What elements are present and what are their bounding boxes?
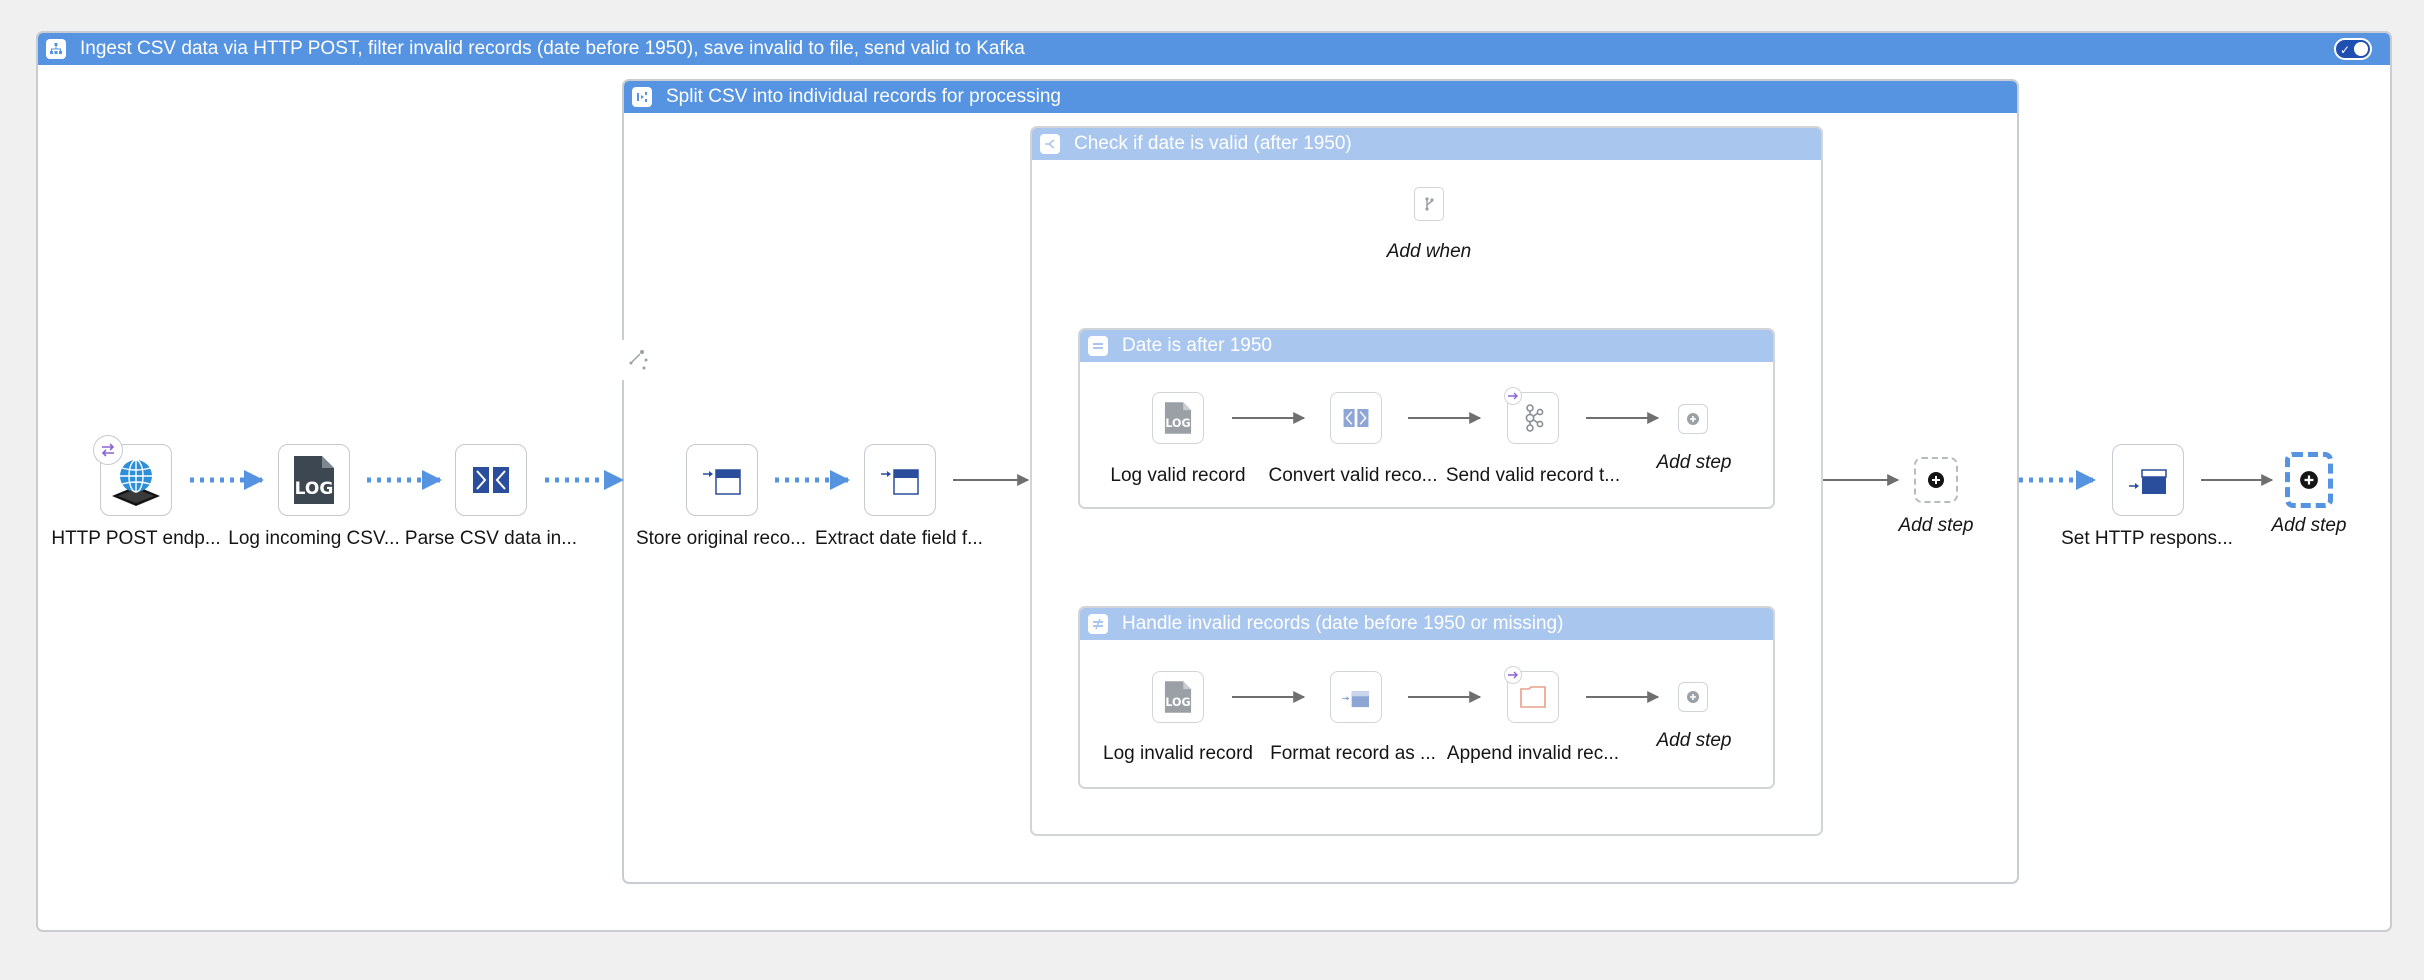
branch-icon	[1425, 197, 1434, 211]
route-enable-toggle[interactable]: ✓	[2334, 38, 2372, 60]
log-icon: LOG	[1164, 402, 1192, 434]
store-original-step[interactable]	[686, 444, 758, 516]
kafka-icon	[1525, 404, 1544, 432]
log-incoming-step[interactable]: LOG	[278, 444, 350, 516]
when-add-step-button[interactable]	[1678, 404, 1708, 434]
split-icon	[632, 87, 652, 107]
set-property-icon	[703, 469, 741, 495]
route-add-step-button[interactable]	[2285, 452, 2333, 508]
otherwise-header[interactable]: Handle invalid records (date before 1950…	[1080, 608, 1773, 640]
kafka-direction-badge	[1504, 387, 1522, 405]
exchange-icon	[101, 443, 115, 457]
route-title: Ingest CSV data via HTTP POST, filter in…	[80, 38, 1025, 59]
arrow-right-icon	[1508, 671, 1518, 679]
not-equals-icon	[1088, 614, 1108, 634]
log-invalid-label: Log invalid record	[1103, 743, 1253, 764]
when-add-step-label[interactable]: Add step	[1594, 452, 1794, 474]
plus-circle-icon	[1687, 691, 1699, 703]
otherwise-title: Handle invalid records (date before 1950…	[1122, 613, 1564, 634]
extract-date-step[interactable]	[864, 444, 936, 516]
equals-icon	[1088, 336, 1108, 356]
route-icon	[46, 39, 66, 59]
store-original-label: Store original reco...	[635, 528, 807, 549]
set-body-icon	[1342, 691, 1369, 708]
plus-circle-icon	[1687, 413, 1699, 425]
when-title: Date is after 1950	[1122, 335, 1272, 356]
svg-text:LOG: LOG	[1165, 417, 1190, 430]
log-icon: LOG	[294, 456, 334, 504]
when-header[interactable]: Date is after 1950	[1080, 330, 1773, 362]
log-incoming-label: Log incoming CSV...	[228, 528, 400, 549]
marshal-icon	[1343, 409, 1369, 427]
unmarshal-icon	[473, 467, 509, 493]
split-header[interactable]: Split CSV into individual records for pr…	[624, 81, 2017, 113]
plus-circle-icon	[2300, 471, 2318, 489]
svg-text:LOG: LOG	[1165, 696, 1190, 709]
toggle-knob	[2354, 42, 2368, 56]
collapse-handle-icon[interactable]	[622, 340, 656, 380]
log-invalid-step[interactable]: LOG	[1152, 671, 1204, 723]
set-http-response-step[interactable]	[2112, 444, 2184, 516]
split-add-step-label[interactable]: Add step	[1836, 515, 2036, 537]
convert-valid-step[interactable]	[1330, 392, 1382, 444]
arrow-right-icon	[1508, 392, 1518, 400]
choice-icon	[1040, 134, 1060, 154]
choice-header[interactable]: Check if date is valid (after 1950)	[1032, 128, 1821, 160]
format-record-step[interactable]	[1330, 671, 1382, 723]
route-header[interactable]: Ingest CSV data via HTTP POST, filter in…	[38, 33, 2390, 65]
split-add-step-button[interactable]	[1914, 457, 1958, 503]
file-direction-badge	[1504, 666, 1522, 684]
http-post-label: HTTP POST endp...	[51, 528, 221, 549]
svg-text:LOG: LOG	[295, 479, 334, 499]
log-valid-label: Log valid record	[1110, 465, 1246, 486]
toggle-check: ✓	[2340, 43, 2351, 57]
set-header-icon	[2129, 469, 2167, 494]
split-title: Split CSV into individual records for pr…	[666, 86, 1061, 107]
log-icon: LOG	[1164, 681, 1192, 713]
set-property-icon	[881, 469, 919, 495]
extract-date-label: Extract date field f...	[815, 528, 983, 549]
add-when-label[interactable]: Add when	[1329, 241, 1529, 263]
route-add-step-label[interactable]: Add step	[2209, 515, 2409, 537]
otherwise-add-step-label[interactable]: Add step	[1594, 730, 1794, 752]
file-icon	[1520, 686, 1546, 708]
add-when-button[interactable]	[1414, 187, 1444, 221]
format-record-label: Format record as ...	[1270, 743, 1436, 764]
http-direction-badge	[93, 435, 123, 465]
parse-csv-label: Parse CSV data in...	[404, 528, 578, 549]
otherwise-add-step-button[interactable]	[1678, 682, 1708, 712]
parse-csv-step[interactable]	[455, 444, 527, 516]
choice-title: Check if date is valid (after 1950)	[1074, 133, 1352, 154]
log-valid-step[interactable]: LOG	[1152, 392, 1204, 444]
convert-valid-label: Convert valid reco...	[1268, 465, 1438, 486]
plus-circle-icon	[1928, 472, 1944, 488]
